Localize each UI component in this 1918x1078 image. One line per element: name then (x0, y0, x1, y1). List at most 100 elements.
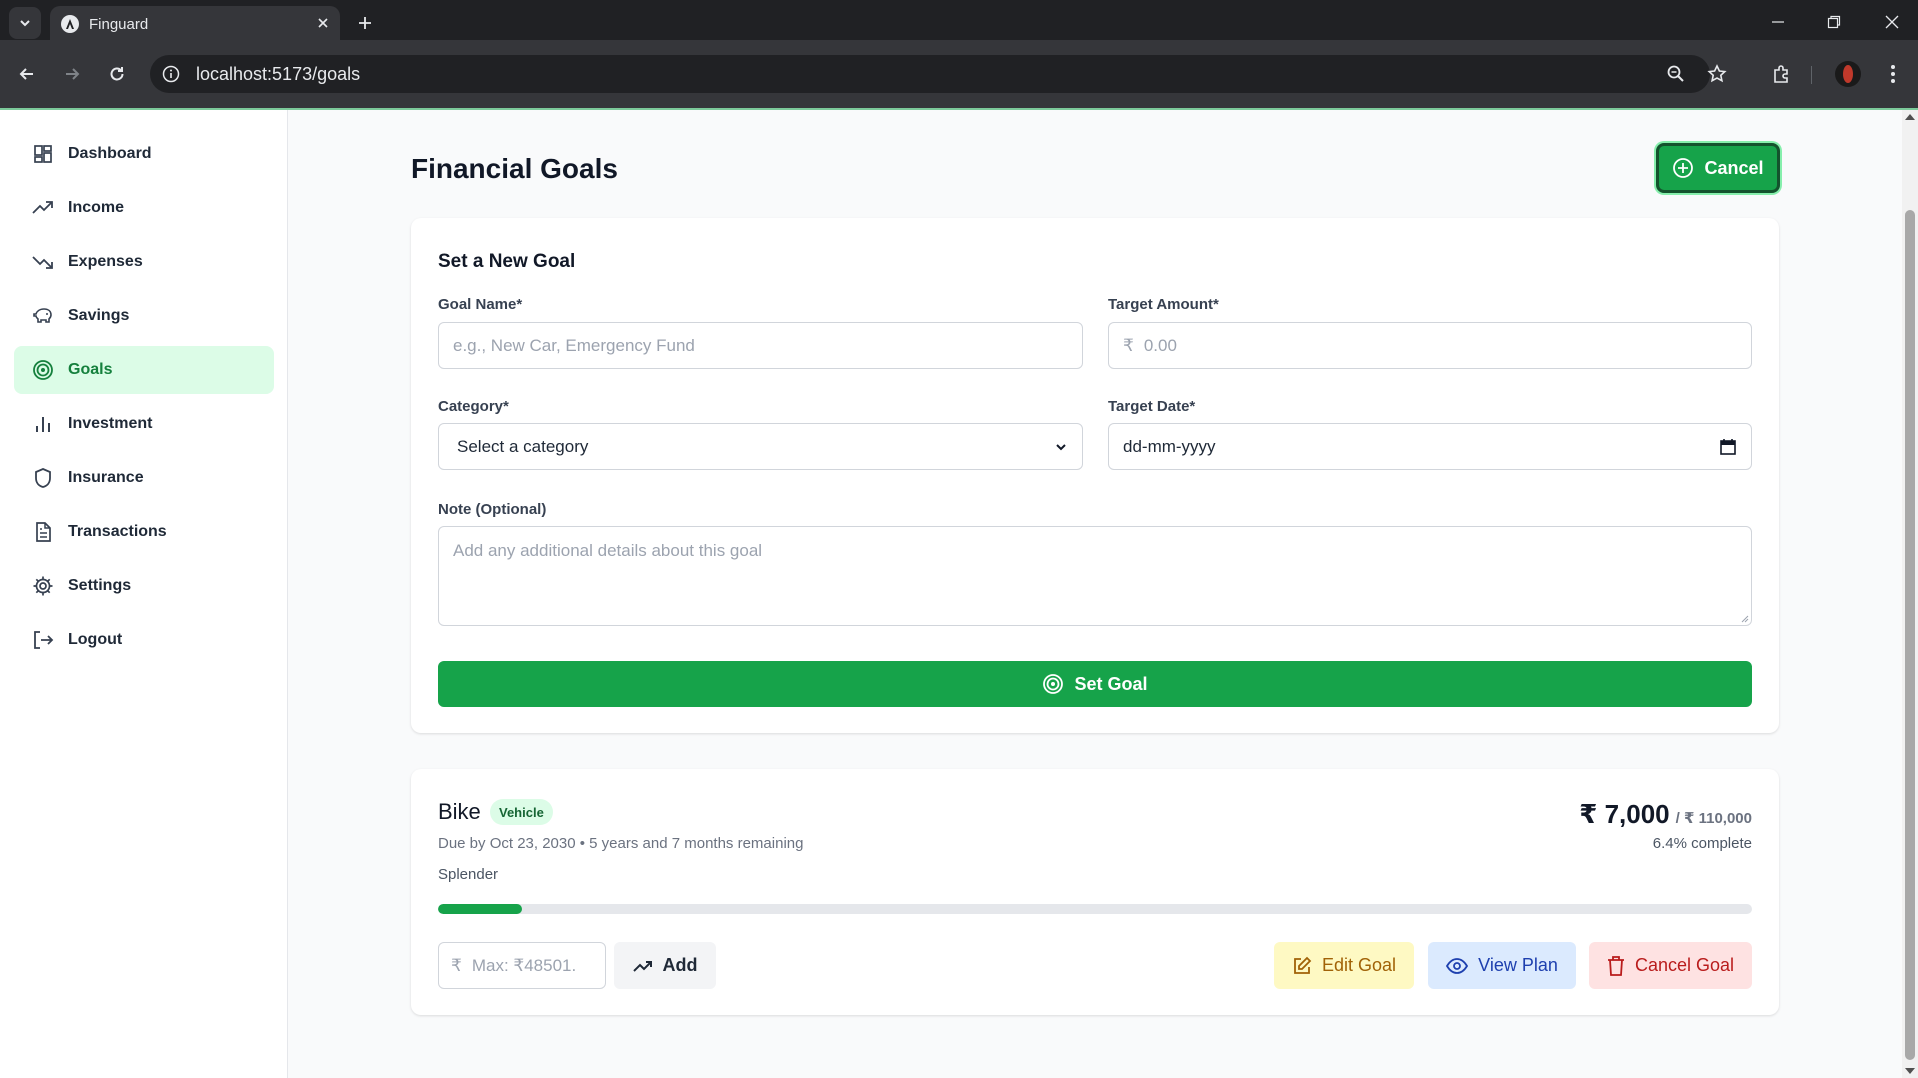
new-tab-button[interactable] (350, 8, 380, 38)
goal-note: Splender (438, 866, 499, 883)
add-contribution-button[interactable]: Add (614, 942, 716, 989)
edit-goal-label: Edit Goal (1321, 955, 1397, 975)
sidebar-item-logout[interactable]: Logout (14, 616, 274, 664)
set-goal-label: Set Goal (1074, 673, 1148, 694)
tab-search-button[interactable] (9, 7, 41, 39)
sidebar-item-label: Settings (68, 577, 132, 594)
menu-kebab-icon[interactable] (1876, 57, 1910, 91)
goal-name-placeholder: e.g., New Car, Emergency Fund (453, 335, 695, 355)
sidebar-item-insurance[interactable]: Insurance (14, 454, 274, 502)
percent-complete: 6.4% complete (1652, 835, 1752, 852)
target-amount: / ₹ 110,000 (1675, 810, 1752, 827)
sidebar-item-dashboard[interactable]: Dashboard (14, 130, 274, 178)
calendar-icon[interactable] (1719, 438, 1737, 456)
trending-up-icon (32, 197, 54, 219)
target-amount-label: Target Amount* (1108, 296, 1219, 313)
bookmark-star-icon[interactable] (1700, 57, 1734, 91)
browser-tab[interactable]: Finguard (50, 6, 340, 40)
target-date-input[interactable]: dd-mm-yyyy (1108, 423, 1752, 470)
contribution-placeholder: Max: ₹48501. (471, 955, 577, 975)
new-goal-form: Set a New Goal Goal Name* e.g., New Car,… (411, 218, 1779, 733)
view-plan-label: View Plan (1478, 955, 1558, 975)
scroll-down-arrow-icon[interactable] (1905, 1068, 1915, 1074)
note-placeholder: Add any additional details about this go… (453, 541, 763, 560)
cancel-button[interactable]: Cancel (1656, 143, 1780, 193)
extensions-icon[interactable] (1764, 57, 1798, 91)
scroll-thumb[interactable] (1905, 210, 1915, 1060)
target-icon (32, 359, 54, 381)
sidebar-item-transactions[interactable]: Transactions (14, 508, 274, 556)
contribution-input[interactable]: ₹ Max: ₹48501. (438, 942, 606, 989)
goal-name-input[interactable]: e.g., New Car, Emergency Fund (438, 322, 1083, 369)
close-icon[interactable] (314, 14, 332, 32)
sidebar-item-label: Savings (68, 307, 130, 324)
cancel-goal-button[interactable]: Cancel Goal (1589, 942, 1752, 989)
restore-button[interactable] (1814, 8, 1854, 36)
contribution-currency: ₹ (451, 955, 462, 975)
sidebar-item-expenses[interactable]: Expenses (14, 238, 274, 286)
sidebar-item-investment[interactable]: Investment (14, 400, 274, 448)
sidebar-item-label: Insurance (68, 469, 144, 486)
toolbar-separator (1811, 66, 1812, 84)
goal-amount: ₹ 7,000 / ₹ 110,000 (1579, 799, 1752, 830)
url-text: localhost:5173/goals (196, 64, 361, 84)
eye-icon (1446, 957, 1469, 974)
bar-chart-icon (32, 413, 54, 435)
target-amount-input[interactable]: ₹ 0.00 (1108, 322, 1752, 369)
back-button[interactable] (10, 57, 44, 91)
arrow-left-icon (19, 68, 33, 80)
profile-avatar[interactable] (1835, 61, 1861, 87)
chevron-down-icon (20, 20, 30, 27)
resize-grip-icon[interactable] (1739, 613, 1749, 623)
sidebar-item-label: Investment (68, 415, 153, 432)
category-label: Category* (438, 398, 509, 415)
add-label: Add (662, 955, 698, 975)
reload-button[interactable] (100, 57, 134, 91)
file-text-icon (32, 521, 54, 543)
sidebar-item-goals[interactable]: Goals (14, 346, 274, 394)
edit-icon (1294, 956, 1312, 974)
trending-up-icon (632, 960, 652, 972)
window-close-button[interactable] (1872, 8, 1912, 36)
set-goal-button[interactable]: Set Goal (438, 661, 1752, 707)
address-bar[interactable]: localhost:5173/goals (150, 55, 1710, 93)
chevron-down-icon (1056, 443, 1066, 450)
trash-icon (1607, 955, 1624, 976)
cancel-button-label: Cancel (1704, 157, 1764, 178)
reload-icon (110, 67, 124, 81)
tab-title: Finguard (89, 16, 149, 33)
sidebar-item-label: Income (68, 199, 125, 216)
minimize-button[interactable] (1758, 8, 1798, 36)
info-icon[interactable] (162, 65, 180, 83)
favicon-icon (61, 15, 79, 33)
goal-due-date: Due by Oct 23, 2030 • 5 years and 7 mont… (438, 835, 804, 852)
progress-bar (438, 904, 1752, 914)
sidebar-item-savings[interactable]: Savings (14, 292, 274, 340)
target-amount-placeholder: 0.00 (1143, 335, 1177, 355)
sidebar-item-settings[interactable]: Settings (14, 562, 274, 610)
close-icon (1885, 15, 1899, 29)
piggy-bank-icon (32, 305, 54, 327)
plus-circle-icon (1673, 158, 1694, 178)
page-scrollbar[interactable] (1902, 110, 1918, 1078)
browser-tab-strip: Finguard (0, 0, 1918, 40)
goal-name-label: Goal Name* (438, 296, 523, 313)
sidebar-item-income[interactable]: Income (14, 184, 274, 232)
currency-symbol: ₹ (1123, 335, 1134, 355)
scroll-up-arrow-icon[interactable] (1905, 114, 1915, 120)
category-select[interactable]: Select a category (438, 423, 1083, 470)
form-title: Set a New Goal (438, 251, 576, 272)
edit-goal-button[interactable]: Edit Goal (1274, 942, 1414, 989)
target-date-label: Target Date* (1108, 398, 1196, 415)
category-badge: Vehicle (490, 799, 553, 825)
cancel-goal-label: Cancel Goal (1634, 955, 1735, 975)
forward-button[interactable] (55, 57, 89, 91)
trending-down-icon (32, 251, 54, 273)
dashboard-icon (32, 143, 54, 165)
sidebar-item-label: Transactions (68, 523, 167, 540)
zoom-icon[interactable] (1665, 63, 1687, 85)
progress-fill (438, 904, 523, 914)
browser-toolbar: localhost:5173/goals (0, 40, 1918, 108)
view-plan-button[interactable]: View Plan (1428, 942, 1576, 989)
note-textarea[interactable]: Add any additional details about this go… (438, 526, 1752, 626)
